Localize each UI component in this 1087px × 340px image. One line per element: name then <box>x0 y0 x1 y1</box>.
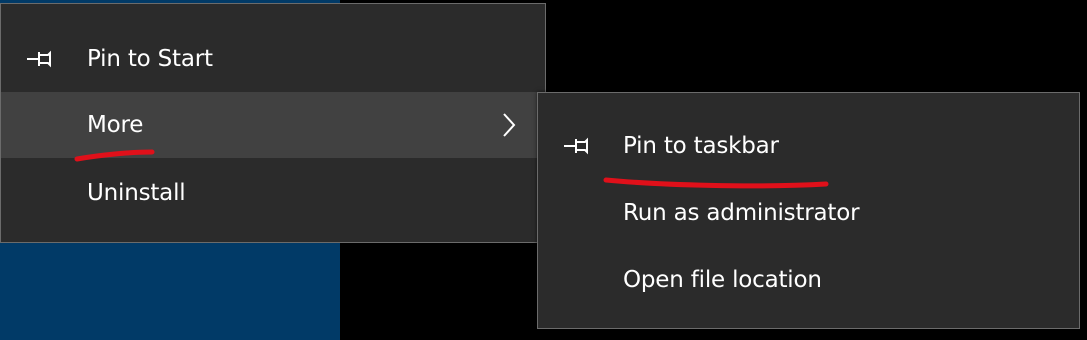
menu-item-run-as-administrator[interactable]: Run as administrator <box>538 180 1079 246</box>
pin-icon <box>562 134 602 158</box>
menu-item-pin-to-taskbar[interactable]: Pin to taskbar <box>538 113 1079 179</box>
menu-item-label: Run as administrator <box>623 200 860 226</box>
menu-item-open-file-location[interactable]: Open file location <box>538 247 1079 313</box>
menu-item-pin-to-start[interactable]: Pin to Start <box>1 26 545 92</box>
menu-item-more[interactable]: More <box>1 92 545 158</box>
menu-item-label: Pin to Start <box>87 46 213 72</box>
menu-item-uninstall[interactable]: Uninstall <box>1 160 545 226</box>
screen: Pin to Start More Uninstall Pin to taskb… <box>0 0 1087 340</box>
chevron-right-icon <box>499 110 519 140</box>
menu-item-label: Uninstall <box>87 180 186 206</box>
submenu-more: Pin to taskbar Run as administrator Open… <box>537 92 1080 329</box>
context-menu: Pin to Start More Uninstall <box>0 3 546 243</box>
menu-item-label: Pin to taskbar <box>623 133 779 159</box>
menu-item-label: Open file location <box>623 267 822 293</box>
menu-item-label: More <box>87 112 144 138</box>
pin-icon <box>25 47 65 71</box>
